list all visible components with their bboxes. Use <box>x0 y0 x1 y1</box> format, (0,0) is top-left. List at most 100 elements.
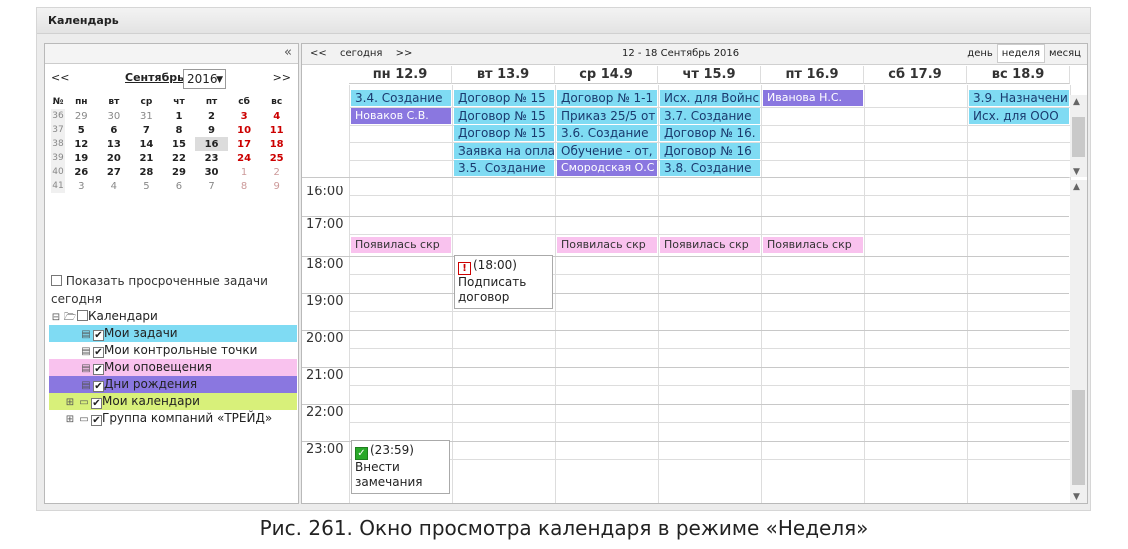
mini-day[interactable]: 29 <box>163 165 196 179</box>
tree-item[interactable]: ▤ ✔Мои оповещения <box>49 359 297 376</box>
tree-checkbox[interactable]: ✔ <box>93 364 104 375</box>
mini-day[interactable]: 2 <box>260 165 293 179</box>
calendar-event[interactable]: Договор № 16 <box>660 142 760 159</box>
mini-day[interactable]: 4 <box>260 109 293 123</box>
notification-event[interactable]: Появилась скр <box>660 237 760 253</box>
tree-checkbox[interactable]: ✔ <box>93 330 104 341</box>
calendar-event[interactable]: Договор № 15 <box>454 90 554 106</box>
mini-day[interactable]: 10 <box>228 123 261 137</box>
calendar-event[interactable]: Договор № 16. <box>660 125 760 141</box>
mini-day[interactable]: 25 <box>260 151 293 165</box>
mini-day[interactable]: 30 <box>98 109 131 123</box>
today-button[interactable]: сегодня <box>340 48 383 59</box>
scroll-down-icon[interactable]: ▼ <box>1073 167 1080 177</box>
expand-icon[interactable]: ⊞ <box>63 394 77 410</box>
tree-item[interactable]: ▤ ✔Мои контрольные точки <box>49 342 297 359</box>
mini-next-button[interactable]: >> <box>273 71 291 84</box>
task-card[interactable]: ! (18:00) Подписать договор <box>454 255 553 309</box>
mini-day[interactable]: 16 <box>195 137 228 151</box>
calendar-event[interactable]: 3.6. Создание <box>557 125 657 141</box>
mini-day[interactable]: 30 <box>195 165 228 179</box>
calendar-event[interactable]: Договор № 1-1 <box>557 90 657 106</box>
day-header[interactable]: чт 15.9 <box>658 66 761 84</box>
notification-event[interactable]: Появилась скр <box>351 237 451 253</box>
calendar-event[interactable]: Обучение - от, <box>557 142 657 159</box>
mini-day[interactable]: 3 <box>228 109 261 123</box>
tree-item[interactable]: ▤ ✔Мои задачи <box>49 325 297 342</box>
mini-day[interactable]: 23 <box>195 151 228 165</box>
mini-day[interactable]: 6 <box>163 179 196 193</box>
mini-day[interactable]: 7 <box>130 123 163 137</box>
tree-checkbox[interactable]: ✔ <box>93 381 104 392</box>
year-select[interactable]: 2016 ▼ <box>183 69 226 89</box>
calendar-event[interactable]: Новаков С.В. <box>351 107 451 124</box>
scrollbar-thumb[interactable] <box>1072 390 1085 485</box>
calendar-event[interactable]: 3.7. Создание <box>660 107 760 124</box>
notification-event[interactable]: Появилась скр <box>763 237 863 253</box>
mini-day[interactable]: 5 <box>130 179 163 193</box>
mini-day[interactable]: 7 <box>195 179 228 193</box>
day-header[interactable]: пт 16.9 <box>761 66 864 84</box>
calendar-event[interactable]: Заявка на опла <box>454 142 554 159</box>
calendar-event[interactable]: 3.8. Создание <box>660 160 760 176</box>
scroll-down-icon[interactable]: ▼ <box>1073 492 1080 502</box>
mini-day[interactable]: 9 <box>195 123 228 137</box>
mini-day[interactable]: 17 <box>228 137 261 151</box>
calendar-event[interactable]: Иванова Н.С. <box>763 90 863 106</box>
mini-day[interactable]: 26 <box>65 165 98 179</box>
mini-prev-button[interactable]: << <box>51 71 69 84</box>
notification-event[interactable]: Появилась скр <box>557 237 657 253</box>
day-header[interactable]: вт 13.9 <box>452 66 555 84</box>
prev-week-button[interactable]: << <box>310 48 327 59</box>
mini-day[interactable]: 21 <box>130 151 163 165</box>
collapse-panel-button[interactable]: « <box>45 44 298 64</box>
collapse-icon[interactable]: ⊟ <box>49 309 63 325</box>
calendar-event[interactable]: Смородская О.С <box>557 160 657 176</box>
day-header[interactable]: сб 17.9 <box>864 66 967 84</box>
tree-checkbox[interactable] <box>77 310 88 321</box>
calendar-event[interactable]: 3.4. Создание <box>351 90 451 106</box>
tree-checkbox[interactable]: ✔ <box>93 347 104 358</box>
calendar-event[interactable]: Исх. для Войнс <box>660 90 760 106</box>
view-month-button[interactable]: месяц <box>1045 44 1085 64</box>
mini-day[interactable]: 15 <box>163 137 196 151</box>
mini-day[interactable]: 19 <box>65 151 98 165</box>
mini-day[interactable]: 28 <box>130 165 163 179</box>
mini-month-link[interactable]: Сентябрь <box>125 71 184 84</box>
mini-day[interactable]: 31 <box>130 109 163 123</box>
mini-day[interactable]: 12 <box>65 137 98 151</box>
mini-day[interactable]: 8 <box>163 123 196 137</box>
tree-item[interactable]: ▤ ✔Дни рождения <box>49 376 297 393</box>
mini-day[interactable]: 18 <box>260 137 293 151</box>
mini-day[interactable]: 27 <box>98 165 131 179</box>
view-week-button[interactable]: неделя <box>996 44 1045 63</box>
calendar-event[interactable]: Приказ 25/5 от <box>557 107 657 124</box>
scroll-up-icon[interactable]: ▲ <box>1073 97 1080 107</box>
view-day-button[interactable]: день <box>963 44 997 64</box>
mini-day[interactable]: 5 <box>65 123 98 137</box>
mini-day[interactable]: 24 <box>228 151 261 165</box>
expand-icon[interactable]: ⊞ <box>63 411 77 427</box>
calendar-event[interactable]: Исх. для ООО <box>969 107 1069 124</box>
tree-item[interactable]: ⊞ ▭ ✔Мои календари <box>49 393 297 410</box>
next-week-button[interactable]: >> <box>396 48 413 59</box>
allday-scrollbar[interactable]: ▲ ▼ <box>1070 95 1087 177</box>
tree-checkbox[interactable]: ✔ <box>91 398 102 409</box>
scrollbar-thumb[interactable] <box>1072 117 1085 157</box>
mini-day[interactable]: 4 <box>98 179 131 193</box>
tree-checkbox[interactable]: ✔ <box>91 415 102 426</box>
mini-day[interactable]: 1 <box>163 109 196 123</box>
mini-day[interactable]: 9 <box>260 179 293 193</box>
day-header[interactable]: ср 14.9 <box>555 66 658 84</box>
scroll-up-icon[interactable]: ▲ <box>1073 182 1080 192</box>
overdue-checkbox[interactable] <box>51 275 62 286</box>
calendar-event[interactable]: 3.5. Создание <box>454 160 554 176</box>
calendar-event[interactable]: Договор № 15 <box>454 107 554 124</box>
tree-item[interactable]: ⊟ 🗁 Календари <box>49 308 297 325</box>
day-header[interactable]: вс 18.9 <box>967 66 1070 84</box>
tree-item[interactable]: ⊞ ▭ ✔Группа компаний «ТРЕЙД» <box>49 410 297 427</box>
mini-day[interactable]: 22 <box>163 151 196 165</box>
grid-scrollbar[interactable]: ▲ ▼ <box>1070 180 1087 503</box>
mini-day[interactable]: 11 <box>260 123 293 137</box>
calendar-event[interactable]: Договор № 15 <box>454 125 554 141</box>
